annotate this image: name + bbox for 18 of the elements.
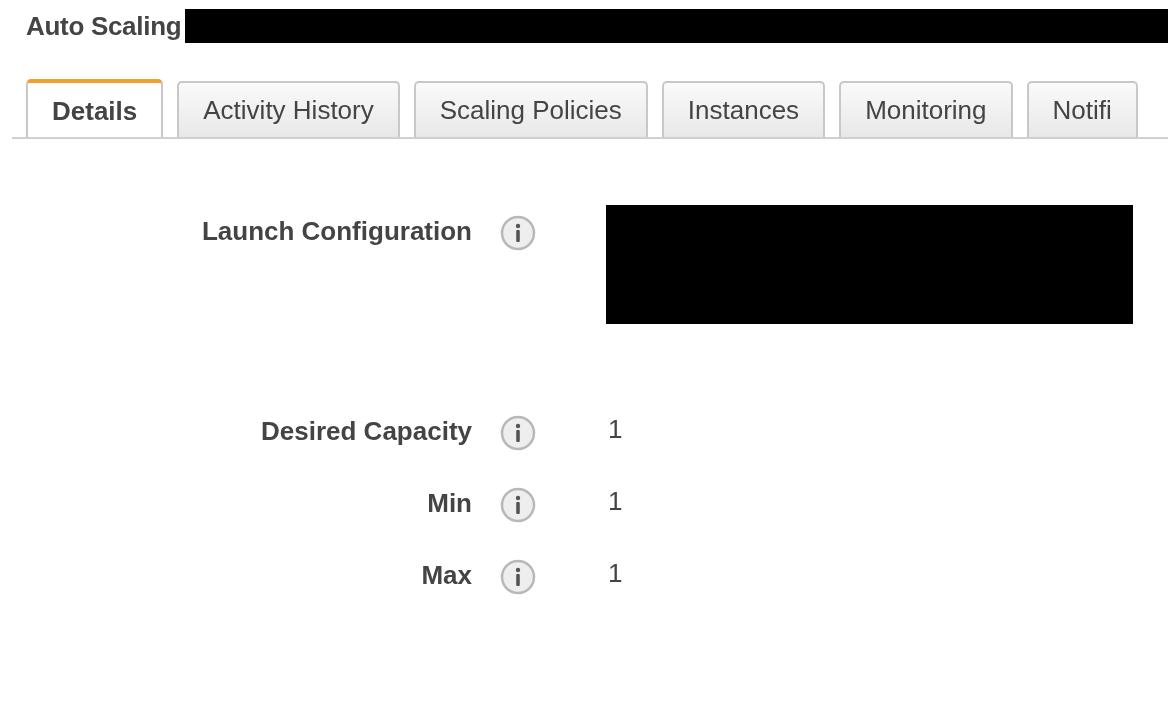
- info-icon[interactable]: [500, 215, 536, 251]
- info-icon[interactable]: [500, 487, 536, 523]
- field-label: Launch Configuration: [200, 215, 472, 247]
- field-label: Min: [426, 487, 472, 519]
- tab[interactable]: Scaling Policies: [413, 81, 648, 137]
- tab[interactable]: Details: [26, 79, 164, 137]
- tab[interactable]: Notifi: [1026, 81, 1138, 137]
- tab[interactable]: Monitoring: [839, 81, 1013, 137]
- tab[interactable]: Activity History: [177, 81, 400, 137]
- field-label: Max: [420, 559, 472, 591]
- field-label: Desired Capacity: [260, 415, 472, 447]
- field-value: 1: [608, 485, 623, 517]
- tab[interactable]: Instances: [661, 81, 826, 137]
- info-icon[interactable]: [500, 415, 536, 451]
- field-value: 1: [608, 557, 623, 589]
- page-title: Auto Scaling: [26, 10, 182, 42]
- info-icon[interactable]: [500, 559, 536, 595]
- field-value: 1: [608, 413, 623, 445]
